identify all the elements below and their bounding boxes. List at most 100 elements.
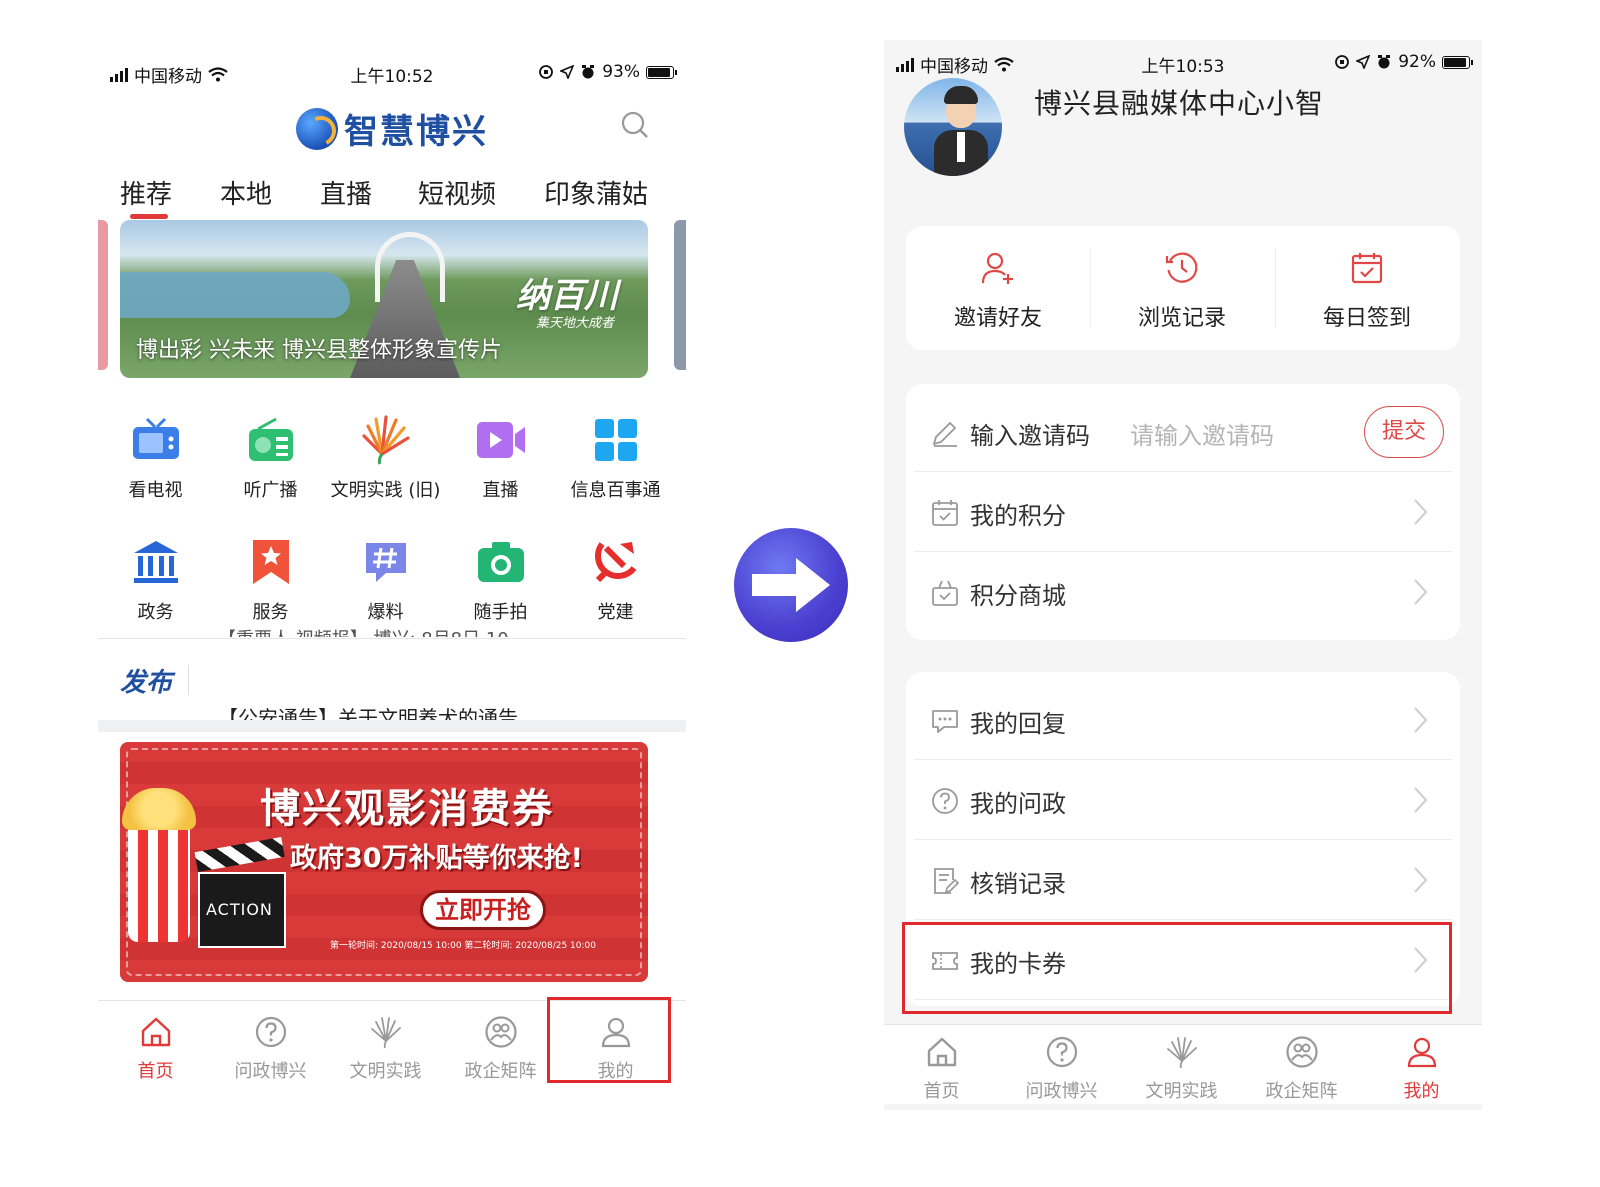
quick-actions-card: 邀请好友 浏览记录 每日签到: [906, 226, 1460, 350]
radio-icon: [248, 417, 293, 461]
status-bar: 中国移动 上午10:52 93%: [98, 50, 686, 90]
chevron-right-icon: [1414, 579, 1428, 605]
home-icon: [927, 1037, 956, 1067]
civility-fan-icon: [1166, 1037, 1197, 1069]
points-calendar-icon: [932, 500, 958, 526]
banner-calligraphy: 纳百川: [516, 276, 618, 316]
banner-calligraphy-sub: 集天地大成者: [535, 316, 614, 331]
invite-code-label: 输入邀请码: [970, 422, 1090, 450]
party-emblem-icon: [594, 542, 636, 583]
menu-my-inquiries[interactable]: 我的问政: [914, 760, 1452, 840]
grid-item-tipoff[interactable]: 爆料: [328, 536, 443, 624]
news-ticker-prev[interactable]: 【重要人 视频报】 博兴: 8月8日 10...: [218, 625, 526, 637]
grid-item-civility-old[interactable]: 文明实践 (旧): [328, 414, 443, 502]
government-building-icon: [133, 541, 178, 583]
app-logo: 智慧博兴: [296, 104, 488, 153]
tabbar-home[interactable]: 首页: [98, 1015, 213, 1083]
arrow-right-icon: [752, 558, 830, 612]
ad-subtitle: 政府30万补贴等你来抢!: [290, 843, 583, 874]
ad-fine-print: 第一轮时间: 2020/08/15 10:00 第二轮时间: 2020/08/2…: [330, 941, 596, 951]
chevron-right-icon: [1414, 867, 1428, 893]
records-card: 我的回复 我的问政 核销记录 我的卡券: [902, 672, 1460, 1014]
tabbar-inquiry[interactable]: 问政博兴: [1004, 1035, 1119, 1103]
grid-item-service[interactable]: 服务: [213, 536, 328, 624]
menu-my-points[interactable]: 我的积分: [914, 472, 1452, 552]
service-star-icon: [252, 540, 289, 584]
shop-basket-icon: [932, 580, 958, 606]
menu-my-replies[interactable]: 我的回复: [914, 680, 1452, 760]
invite-code-input[interactable]: 请输入邀请码: [1130, 416, 1274, 451]
tabbar-home[interactable]: 首页: [884, 1035, 999, 1103]
tab-live[interactable]: 直播: [320, 174, 372, 211]
grid-item-info[interactable]: 信息百事通: [558, 414, 673, 502]
user-icon: [1407, 1037, 1436, 1068]
bottom-tab-bar: 首页 问政博兴 文明实践 政企矩阵 我的: [884, 1024, 1482, 1104]
news-headline[interactable]: 【公安通告】关于文明养犬的通告: [218, 702, 518, 722]
feature-grid-row-1: 看电视 听广播 文明实践 (旧) 直播 信息百事通: [98, 414, 686, 514]
hashtag-icon: [365, 543, 406, 582]
channel-tabs: 推荐 本地 直播 短视频 印象蒲姑: [98, 170, 686, 220]
right-phone-screen: 中国移动 上午10:53 92% 博兴县融媒体中心小智 邀请好友 浏览记录 每日…: [884, 40, 1482, 1110]
grid-item-live[interactable]: 直播: [443, 414, 558, 502]
battery-icon: [646, 65, 677, 79]
submit-invite-button[interactable]: 提交: [1364, 406, 1444, 458]
daily-checkin-button[interactable]: 每日签到: [1275, 250, 1459, 332]
promo-ad-banner[interactable]: ACTION 博兴观影消费券 政府30万补贴等你来抢! 立即开抢 第一轮时间: …: [120, 742, 648, 982]
grid-item-tv[interactable]: 看电视: [98, 414, 213, 502]
app-logo-mark-icon: [296, 107, 338, 150]
chevron-right-icon: [1414, 787, 1428, 813]
battery-percent: 93%: [602, 62, 640, 82]
app-header: 智慧博兴: [98, 100, 686, 156]
banner-prev-peek: [98, 220, 108, 370]
grid-item-snapshot[interactable]: 随手拍: [443, 536, 558, 624]
banner-next-peek: [674, 220, 686, 370]
left-phone-screen: 中国移动 上午10:52 93% 智慧博兴 推荐 本地 直播 短视频 印象蒲姑 …: [98, 50, 686, 1110]
profile-name: 博兴县融媒体中心小智: [1034, 87, 1325, 120]
avatar[interactable]: [904, 78, 1002, 176]
pencil-icon: [932, 421, 957, 447]
civility-fan-icon: [370, 1017, 401, 1049]
chevron-right-icon: [1414, 707, 1428, 733]
tabbar-civility[interactable]: 文明实践: [328, 1015, 443, 1083]
grid-item-party[interactable]: 党建: [558, 536, 673, 624]
camera-icon: [477, 542, 524, 582]
tab-short-video[interactable]: 短视频: [418, 174, 496, 211]
invite-friends-button[interactable]: 邀请好友: [906, 250, 1090, 332]
chevron-right-icon: [1414, 499, 1428, 525]
question-circle-icon: [1046, 1036, 1077, 1068]
tabbar-civility[interactable]: 文明实践: [1124, 1035, 1239, 1103]
menu-points-mall[interactable]: 积分商城: [914, 552, 1452, 632]
orientation-lock-icon: [539, 65, 554, 79]
battery-icon: [1442, 55, 1473, 69]
tabbar-inquiry[interactable]: 问政博兴: [213, 1015, 328, 1083]
home-icon: [141, 1017, 170, 1047]
search-icon[interactable]: [620, 110, 650, 140]
featured-banner[interactable]: 纳百川 集天地大成者 博出彩 兴未来 博兴县整体形象宣传片: [120, 220, 648, 378]
grid-item-government[interactable]: 政务: [98, 536, 213, 624]
live-video-icon: [476, 422, 525, 458]
status-bar: 中国移动 上午10:53 92%: [884, 40, 1482, 80]
location-icon: [1356, 55, 1371, 69]
active-tab-indicator: [130, 214, 168, 219]
calendar-check-icon: [1351, 253, 1383, 284]
tabbar-matrix[interactable]: 政企矩阵: [443, 1015, 558, 1083]
tab-recommend[interactable]: 推荐: [120, 174, 172, 211]
grid-item-radio[interactable]: 听广播: [213, 414, 328, 502]
feature-grid-row-2: 政务 服务 爆料 随手拍 党建: [98, 536, 686, 636]
chat-bubble-icon: [932, 710, 958, 733]
matrix-people-icon: [484, 1016, 517, 1048]
tab-local[interactable]: 本地: [220, 174, 272, 211]
news-section-label: 发布: [120, 668, 173, 698]
popcorn-icon: [122, 788, 196, 942]
clapperboard-icon: ACTION: [194, 837, 286, 948]
tabbar-matrix[interactable]: 政企矩阵: [1244, 1035, 1359, 1103]
tab-impression-pugu[interactable]: 印象蒲姑: [544, 174, 648, 211]
question-circle-icon: [255, 1016, 286, 1048]
ad-grab-button[interactable]: 立即开抢: [420, 890, 546, 930]
browse-history-button[interactable]: 浏览记录: [1090, 250, 1274, 332]
history-clock-icon: [1165, 252, 1198, 283]
tabbar-mine[interactable]: 我的: [1364, 1035, 1479, 1103]
add-user-icon: [981, 252, 1013, 284]
alarm-icon: [1378, 55, 1391, 69]
menu-redemption-records[interactable]: 核销记录: [914, 840, 1452, 920]
